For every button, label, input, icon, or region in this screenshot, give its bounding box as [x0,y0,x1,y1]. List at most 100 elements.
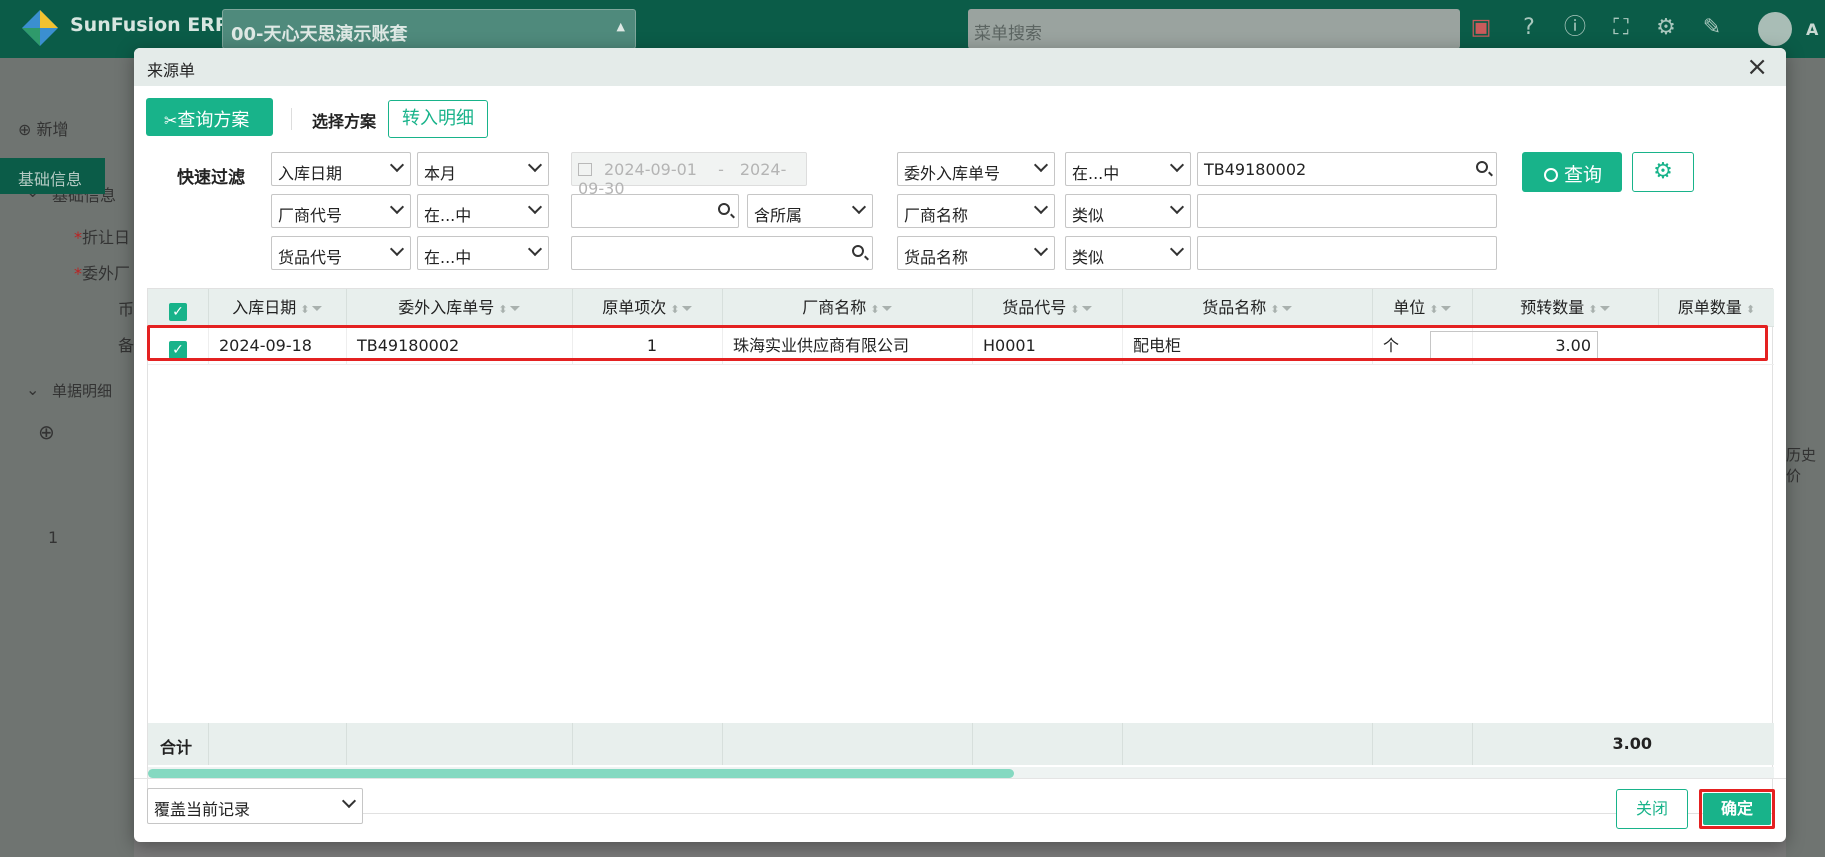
sort-icon[interactable]: ⬍ [1070,291,1079,329]
filter-settings-button[interactable]: ⚙ [1632,152,1694,192]
filter-field-6-select[interactable]: 货品名称 [897,236,1055,270]
confirm-button[interactable]: 确定 [1703,793,1771,825]
filter-field-2-select[interactable]: 委外入库单号 [897,152,1055,186]
filter-op-4-select[interactable]: 类似 [1065,194,1191,228]
sort-icon[interactable]: ⬍ [1429,291,1438,329]
filter-field-4-value: 厂商名称 [904,206,969,225]
app-brand: SunFusion ERP [70,14,229,36]
filter-icon[interactable]: ⏷ [1600,290,1611,328]
filter-icon[interactable]: ⏷ [882,290,893,328]
filter-icon[interactable]: ⏷ [1441,290,1452,328]
sort-icon[interactable]: ⬍ [1588,291,1597,329]
col-header-item-no[interactable]: 原单项次 ⬍ ⏷ [573,289,723,327]
select-plan-label[interactable]: 选择方案 [312,108,376,132]
scrollbar-thumb[interactable] [148,769,1014,778]
col-header-order-no[interactable]: 委外入库单号 ⬍ ⏷ [347,289,573,327]
sort-icon[interactable]: ⬍ [870,291,879,329]
total-qty: 3.00 [1612,734,1652,753]
grid-header: ✓ 入库日期 ⬍ ⏷ 委外入库单号 ⬍ ⏷ 原单项次 ⬍ ⏷ 厂商名称 ⬍ ⏷ 货品代号 ⬍ ⏷ 货… [148,289,1774,327]
transfer-detail-button[interactable]: 转入明细 [388,100,488,138]
col-header-pre-qty[interactable]: 预转数量 ⬍ ⏷ [1473,289,1659,327]
date-separator: - [718,160,724,179]
close-button[interactable]: 关闭 [1616,789,1688,829]
col-header-product-name[interactable]: 货品名称 ⬍ ⏷ [1123,289,1373,327]
notification-icon[interactable]: ▣ [1466,13,1496,43]
filter-icon[interactable]: ⏷ [312,290,323,328]
field-currency-label: 币 [118,300,135,319]
close-icon[interactable]: × [1746,52,1768,82]
search-icon[interactable] [852,245,864,257]
filter-field-1-value: 入库日期 [278,164,343,183]
filter-field-3-select[interactable]: 厂商代号 [271,194,411,228]
total-cell [1373,723,1473,765]
sort-icon[interactable]: ⬍ [498,291,507,329]
account-name: 00-天心天思演示账套 [231,24,408,45]
field-discount-label: *折让日 [74,228,131,247]
search-button[interactable]: 查询 [1522,152,1622,192]
query-plan-button[interactable]: ✂查询方案 [146,98,273,136]
col-header-date[interactable]: 入库日期 ⬍ ⏷ [209,289,347,327]
source-order-dialog: 来源单 × ✂查询方案 选择方案 转入明细 快速过滤 入库日期 本月 2024-… [134,48,1786,842]
add-row-icon[interactable]: ⊕ [38,420,55,444]
filter-icon[interactable]: ⏷ [510,290,521,328]
dialog-title: 来源单 [147,61,196,80]
new-button[interactable]: ⊕ 新增 [18,116,69,140]
filter-op-3-select[interactable]: 在...中 [417,194,549,228]
order-no-input[interactable]: TB49180002 [1197,152,1497,186]
select-all-checkbox[interactable]: ✓ [148,289,209,327]
sort-icon[interactable]: ⬍ [1270,291,1279,329]
date-from: 2024-09-01 [604,160,697,179]
search-icon [1544,168,1558,182]
account-select[interactable]: 00-天心天思演示账套 ▲ [222,9,636,49]
filter-icon[interactable]: ⏷ [1282,290,1293,328]
product-code-input[interactable] [571,236,873,270]
field-outsource-label: *委外厂 [74,264,131,283]
vendor-name-input[interactable] [1197,194,1497,228]
filter-field-3-value: 厂商代号 [278,206,343,225]
avatar[interactable] [1758,12,1792,46]
search-icon[interactable] [1476,161,1488,173]
user-initial: A [1806,20,1819,39]
row-highlight-box [147,325,1768,361]
history-price-link[interactable]: 历史价 [1786,444,1825,486]
import-mode-select[interactable]: 覆盖当前记录 [147,788,363,824]
filter-icon[interactable]: ⏷ [1082,290,1093,328]
filter-field-5-select[interactable]: 货品代号 [271,236,411,270]
info-icon[interactable]: ⓘ [1560,13,1590,43]
filter-op-1-select[interactable]: 本月 [417,152,549,186]
broom-icon[interactable]: ✎ [1697,13,1727,43]
filter-field-4-select[interactable]: 厂商名称 [897,194,1055,228]
dialog-header: 来源单 × [134,48,1786,86]
vendor-code-input[interactable] [571,194,739,228]
sort-icon[interactable]: ⬍ [670,291,679,329]
total-cell [573,723,723,765]
menu-search-input[interactable]: 菜单搜索 [968,9,1460,49]
chevron-down-icon [1033,199,1049,215]
search-icon[interactable] [718,203,730,215]
sort-icon[interactable]: ⬍ [300,291,309,329]
sort-icon[interactable]: ⬍ [1746,291,1755,329]
grid-total-row: 合计 3.00 [148,723,1774,765]
background-form-right: 历史价 [1786,58,1825,857]
product-name-input[interactable] [1197,236,1497,270]
gear-icon[interactable]: ⚙ [1651,13,1681,43]
gear-icon: ⚙ [1653,159,1673,184]
filter-icon[interactable]: ⏷ [682,290,693,328]
filter-op-2-select[interactable]: 在...中 [1065,152,1191,186]
include-sub-select[interactable]: 含所属 [747,194,873,228]
fullscreen-icon[interactable]: ⛶ [1606,13,1636,43]
col-header-unit[interactable]: 单位 ⬍ ⏷ [1373,289,1473,327]
tab-basic-info[interactable]: 基础信息 [0,158,105,194]
filter-field-5-value: 货品代号 [278,248,343,267]
col-header-orig-qty[interactable]: 原单数量 ⬍ [1659,289,1774,327]
chevron-down-icon [389,241,405,257]
col-header-vendor[interactable]: 厂商名称 ⬍ ⏷ [723,289,973,327]
filter-op-5-select[interactable]: 在...中 [417,236,549,270]
help-icon[interactable]: ? [1514,13,1544,43]
filter-field-1-select[interactable]: 入库日期 [271,152,411,186]
filter-field-2-value: 委外入库单号 [904,164,1001,183]
filter-op-6-select[interactable]: 类似 [1065,236,1191,270]
col-header-product-code[interactable]: 货品代号 ⬍ ⏷ [973,289,1123,327]
chevron-down-icon [1169,241,1185,257]
date-range-input[interactable]: 2024-09-01 -2024-09-30 [571,152,807,198]
